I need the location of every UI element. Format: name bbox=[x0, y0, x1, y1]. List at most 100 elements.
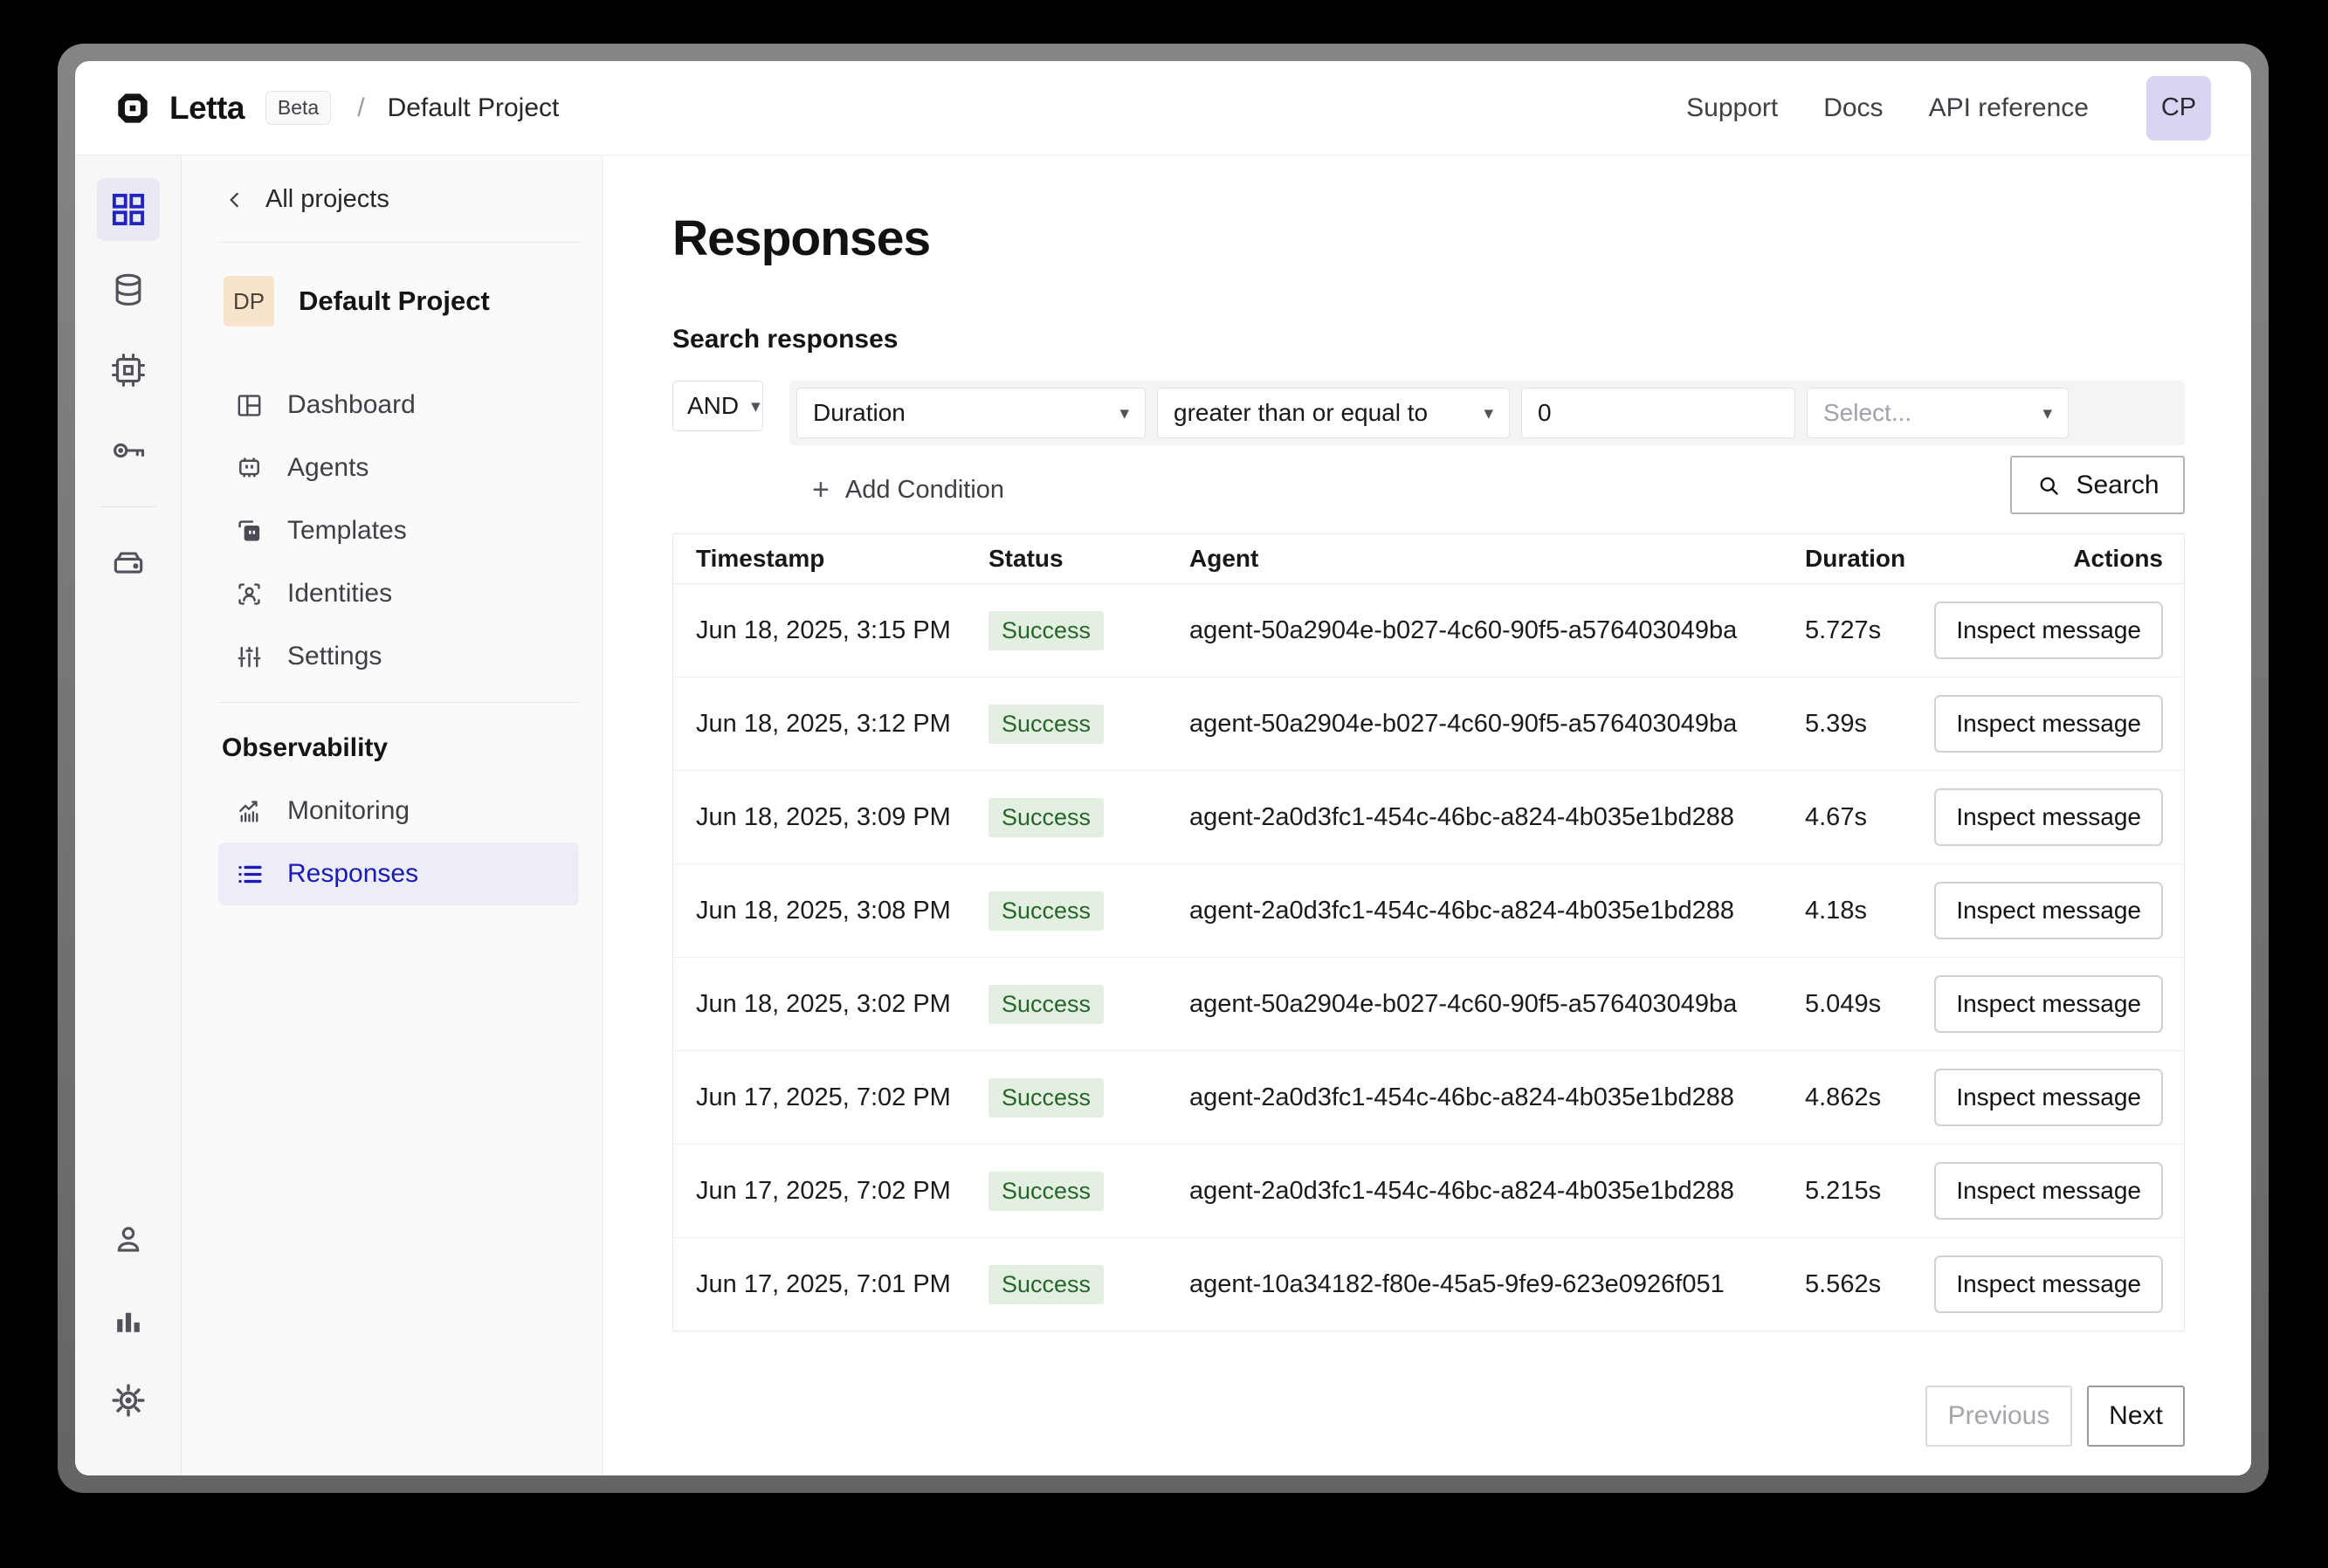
rail-apps-button[interactable] bbox=[97, 178, 160, 241]
add-condition-button[interactable]: + Add Condition bbox=[812, 475, 1004, 505]
breadcrumb-project[interactable]: Default Project bbox=[388, 93, 560, 123]
row-actions: Inspect message bbox=[1922, 975, 2184, 1033]
row-timestamp: Jun 17, 2025, 7:02 PM bbox=[673, 1177, 966, 1206]
inspect-message-button[interactable]: Inspect message bbox=[1934, 695, 2163, 753]
sidebar-item-label: Templates bbox=[287, 516, 407, 546]
column-header-actions: Actions bbox=[1922, 545, 2184, 573]
row-duration: 5.215s bbox=[1782, 1177, 1922, 1206]
sidebar-item-identities[interactable]: Identities bbox=[218, 562, 579, 625]
inspect-message-button[interactable]: Inspect message bbox=[1934, 602, 2163, 659]
status-badge: Success bbox=[988, 705, 1104, 744]
rail-keys-button[interactable] bbox=[97, 419, 160, 482]
row-duration: 4.862s bbox=[1782, 1083, 1922, 1112]
row-status: Success bbox=[966, 611, 1167, 650]
page-title: Responses bbox=[672, 210, 2185, 267]
user-icon bbox=[109, 1221, 148, 1259]
rail-divider bbox=[100, 506, 156, 507]
row-duration: 4.67s bbox=[1782, 803, 1922, 832]
rail-account-button[interactable] bbox=[97, 1208, 160, 1271]
sidebar: All projects DP Default Project Dashboar… bbox=[182, 155, 603, 1475]
bar-chart-icon bbox=[109, 1301, 148, 1339]
database-icon bbox=[109, 271, 148, 309]
column-header-agent: Agent bbox=[1167, 545, 1782, 573]
settings-sliders-icon bbox=[234, 642, 265, 672]
row-duration: 5.562s bbox=[1782, 1270, 1922, 1299]
value-input[interactable] bbox=[1538, 399, 1779, 427]
sidebar-item-settings[interactable]: Settings bbox=[218, 625, 579, 688]
agent-invader-icon bbox=[234, 453, 265, 484]
rail-settings-button[interactable] bbox=[97, 1369, 160, 1432]
back-to-all-projects[interactable]: All projects bbox=[218, 185, 579, 214]
templates-icon bbox=[234, 516, 265, 547]
beta-badge: Beta bbox=[265, 91, 331, 125]
row-status: Success bbox=[966, 1265, 1167, 1304]
sidebar-divider bbox=[218, 702, 579, 703]
row-status: Success bbox=[966, 798, 1167, 837]
key-icon bbox=[109, 431, 148, 470]
row-actions: Inspect message bbox=[1922, 1255, 2184, 1313]
caret-down-icon: ▾ bbox=[2042, 402, 2052, 424]
nav-api-reference[interactable]: API reference bbox=[1929, 93, 2089, 123]
pagination: Previous Next bbox=[672, 1386, 2185, 1447]
field-value: Duration bbox=[813, 399, 906, 427]
row-duration: 5.049s bbox=[1782, 990, 1922, 1019]
top-header: Letta Beta / Default Project Support Doc… bbox=[75, 61, 2251, 155]
inspect-message-button[interactable]: Inspect message bbox=[1934, 1255, 2163, 1313]
row-timestamp: Jun 17, 2025, 7:01 PM bbox=[673, 1270, 966, 1299]
project-avatar: DP bbox=[224, 276, 274, 327]
status-badge: Success bbox=[988, 1078, 1104, 1118]
header-nav: Support Docs API reference CP bbox=[1686, 76, 2211, 141]
sidebar-item-label: Dashboard bbox=[287, 390, 416, 420]
row-actions: Inspect message bbox=[1922, 1069, 2184, 1126]
logic-operator-value: AND bbox=[687, 392, 739, 420]
sidebar-item-responses[interactable]: Responses bbox=[218, 842, 579, 905]
nav-docs[interactable]: Docs bbox=[1823, 93, 1883, 123]
table-row: Jun 17, 2025, 7:02 PM Success agent-2a0d… bbox=[673, 1145, 2184, 1238]
previous-page-button[interactable]: Previous bbox=[1925, 1386, 2072, 1447]
unit-select[interactable]: Select... ▾ bbox=[1807, 388, 2069, 438]
table-row: Jun 18, 2025, 3:12 PM Success agent-50a2… bbox=[673, 677, 2184, 771]
sidebar-item-dashboard[interactable]: Dashboard bbox=[218, 374, 579, 437]
table-row: Jun 18, 2025, 3:08 PM Success agent-2a0d… bbox=[673, 864, 2184, 958]
plus-icon: + bbox=[812, 475, 830, 505]
rail-cpu-button[interactable] bbox=[97, 339, 160, 402]
row-actions: Inspect message bbox=[1922, 788, 2184, 846]
inspect-message-button[interactable]: Inspect message bbox=[1934, 882, 2163, 939]
apps-grid-icon bbox=[109, 190, 148, 229]
inspect-message-button[interactable]: Inspect message bbox=[1934, 975, 2163, 1033]
sidebar-item-agents[interactable]: Agents bbox=[218, 437, 579, 499]
sidebar-item-templates[interactable]: Templates bbox=[218, 499, 579, 562]
row-timestamp: Jun 18, 2025, 3:15 PM bbox=[673, 616, 966, 645]
row-timestamp: Jun 18, 2025, 3:12 PM bbox=[673, 710, 966, 739]
operator-select[interactable]: greater than or equal to ▾ bbox=[1157, 388, 1510, 438]
rail-usage-button[interactable] bbox=[97, 1289, 160, 1351]
operator-value: greater than or equal to bbox=[1174, 399, 1428, 427]
table-header: Timestamp Status Agent Duration Actions bbox=[673, 534, 2184, 584]
field-select[interactable]: Duration ▾ bbox=[796, 388, 1146, 438]
inspect-message-button[interactable]: Inspect message bbox=[1934, 788, 2163, 846]
caret-down-icon: ▾ bbox=[1484, 402, 1493, 424]
status-badge: Success bbox=[988, 891, 1104, 931]
row-agent: agent-50a2904e-b027-4c60-90f5-a576403049… bbox=[1167, 990, 1782, 1019]
inspect-message-button[interactable]: Inspect message bbox=[1934, 1069, 2163, 1126]
icon-rail bbox=[75, 155, 182, 1475]
inspect-message-button[interactable]: Inspect message bbox=[1934, 1162, 2163, 1220]
breadcrumb-separator: / bbox=[357, 93, 364, 123]
app-window: Letta Beta / Default Project Support Doc… bbox=[58, 44, 2269, 1493]
next-page-button[interactable]: Next bbox=[2087, 1386, 2185, 1447]
search-button[interactable]: Search bbox=[2010, 456, 2185, 514]
project-name: Default Project bbox=[299, 285, 490, 317]
logo-text: Letta bbox=[169, 90, 245, 127]
user-avatar[interactable]: CP bbox=[2146, 76, 2211, 141]
table-row: Jun 17, 2025, 7:02 PM Success agent-2a0d… bbox=[673, 1051, 2184, 1145]
rail-database-button[interactable] bbox=[97, 258, 160, 321]
status-badge: Success bbox=[988, 1172, 1104, 1211]
logic-operator-select[interactable]: AND ▾ bbox=[672, 381, 763, 431]
project-row[interactable]: DP Default Project bbox=[218, 276, 579, 327]
hard-drive-icon bbox=[109, 544, 148, 582]
identities-icon bbox=[234, 579, 265, 609]
search-icon bbox=[2035, 472, 2062, 499]
rail-storage-button[interactable] bbox=[97, 532, 160, 595]
nav-support[interactable]: Support bbox=[1686, 93, 1778, 123]
sidebar-item-monitoring[interactable]: Monitoring bbox=[218, 780, 579, 842]
